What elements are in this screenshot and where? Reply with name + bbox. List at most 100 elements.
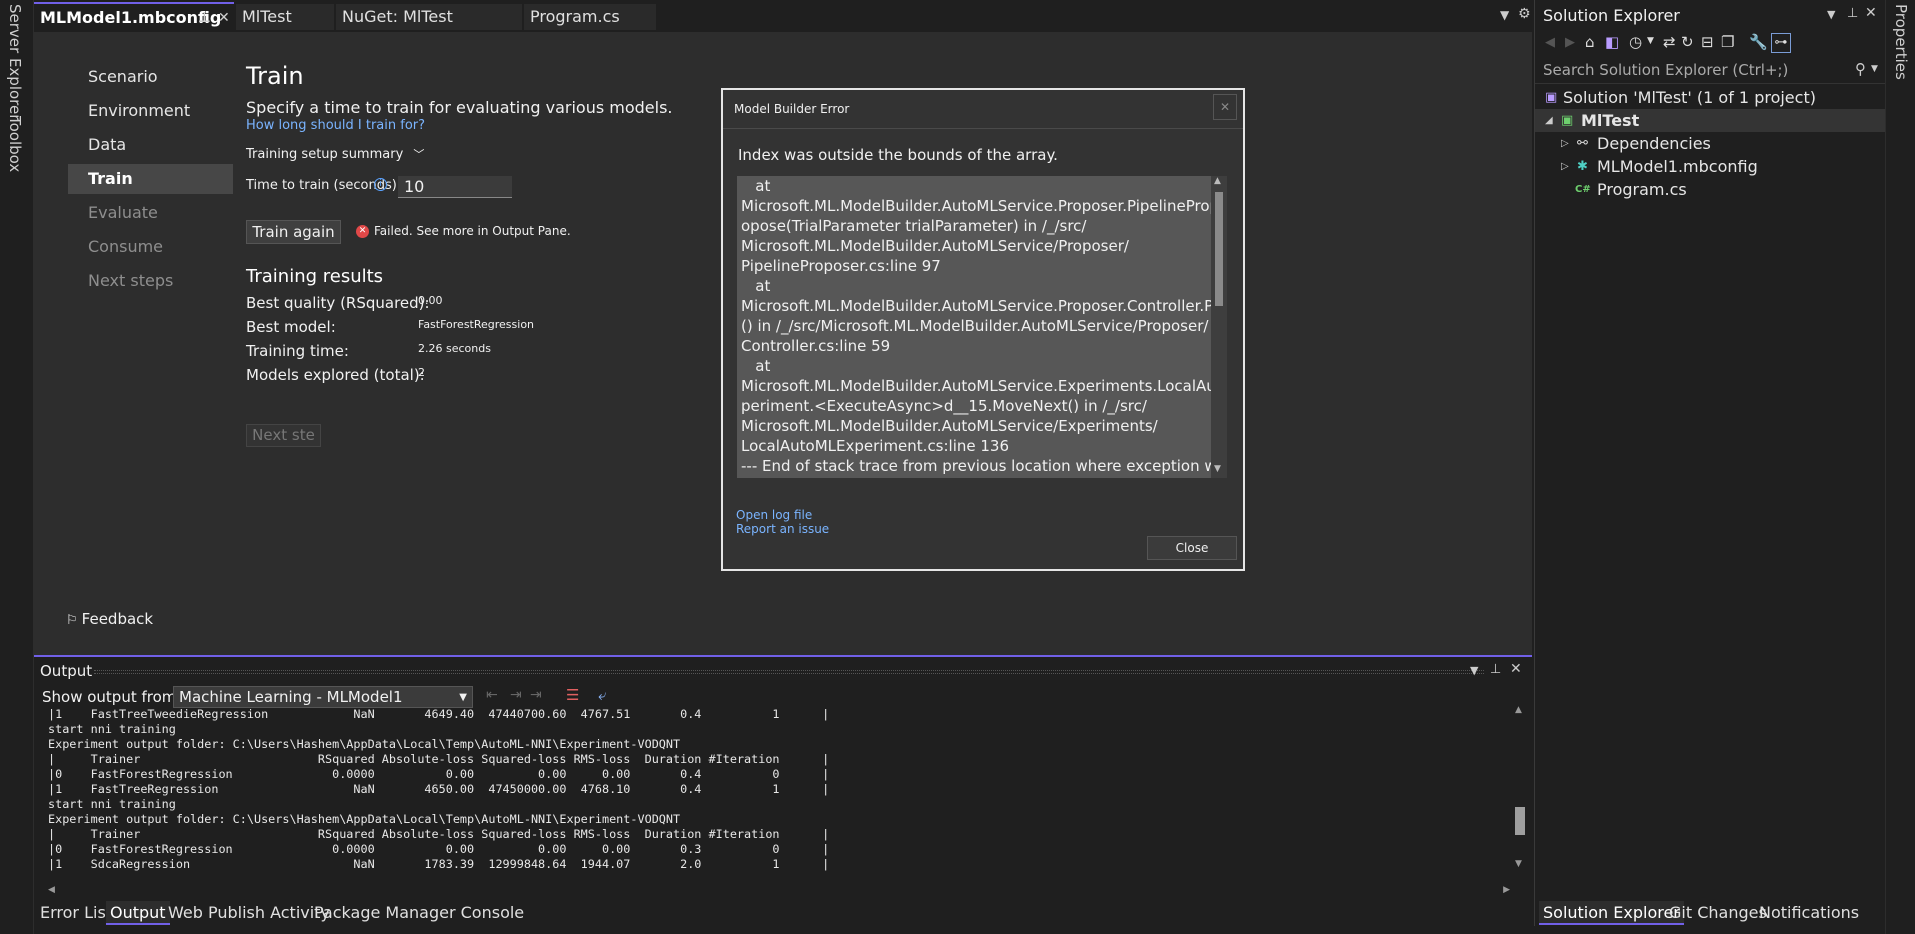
close-icon[interactable]: ✕: [218, 4, 230, 32]
time-to-train-input[interactable]: 10: [398, 176, 512, 198]
tab-error-list[interactable]: Error List: [36, 901, 116, 925]
panel-grip: [94, 670, 1484, 674]
scroll-down-icon[interactable]: ▼: [1214, 464, 1221, 474]
collapsed-arrow-icon[interactable]: ▷: [1561, 132, 1569, 155]
toolbox-tab[interactable]: Toolbox: [6, 116, 24, 172]
result-label-time: Training time:: [246, 342, 349, 360]
stack-trace-text: at Microsoft.ML.ModelBuilder.AutoMLServi…: [741, 177, 1227, 475]
pin-icon[interactable]: ⊥: [1847, 6, 1858, 21]
switch-views-icon[interactable]: ◧: [1605, 33, 1619, 51]
tab-web-publish-activity[interactable]: Web Publish Activity: [164, 901, 334, 925]
forward-icon[interactable]: ▶: [1565, 35, 1575, 50]
solution-explorer-tab-bar: Solution Explorer Git Changes Notificati…: [1535, 900, 1885, 926]
tab-solution-explorer[interactable]: Solution Explorer: [1539, 901, 1684, 925]
solution-explorer-title: Solution Explorer: [1543, 6, 1680, 25]
nav-item-environment[interactable]: Environment: [68, 96, 233, 126]
pending-changes-filter-icon[interactable]: ◷: [1629, 33, 1642, 51]
nav-item-scenario[interactable]: Scenario: [68, 62, 233, 92]
nav-item-evaluate[interactable]: Evaluate: [68, 198, 233, 228]
server-explorer-tab[interactable]: Server Explorer: [6, 4, 24, 120]
expanded-arrow-icon[interactable]: ◢: [1545, 109, 1553, 132]
panel-menu-icon[interactable]: ▼: [1470, 664, 1478, 677]
properties-wrench-icon[interactable]: 🔧: [1749, 33, 1768, 51]
scroll-thumb[interactable]: [1515, 807, 1525, 835]
solution-icon: ▣: [1545, 90, 1558, 105]
feedback-link[interactable]: ⚐ Feedback: [66, 610, 153, 628]
next-message-icon[interactable]: ⇥: [530, 687, 542, 703]
close-button[interactable]: Close: [1147, 536, 1237, 560]
scroll-right-icon[interactable]: ▶: [1503, 885, 1510, 895]
gear-icon[interactable]: ⚙: [1518, 6, 1531, 22]
collapse-all-icon[interactable]: ⊟: [1701, 33, 1714, 51]
stack-trace-box[interactable]: at Microsoft.ML.ModelBuilder.AutoMLServi…: [737, 176, 1227, 478]
scroll-thumb[interactable]: [1215, 192, 1223, 306]
stack-trace-scrollbar[interactable]: ▲ ▼: [1211, 176, 1227, 478]
tree-item-program-cs[interactable]: C# Program.cs: [1535, 178, 1885, 201]
scroll-left-icon[interactable]: ◀: [48, 885, 55, 895]
tree-item-solution[interactable]: ▣ Solution 'MlTest' (1 of 1 project): [1535, 86, 1885, 109]
show-all-files-icon[interactable]: ❐: [1721, 33, 1734, 51]
nav-item-data[interactable]: Data: [68, 130, 233, 160]
solution-search-box[interactable]: Search Solution Explorer (Ctrl+;) ⚲ ▼: [1535, 58, 1885, 84]
program-cs-label: Program.cs: [1597, 180, 1687, 199]
train-again-button[interactable]: Train again: [246, 220, 341, 244]
info-icon[interactable]: i: [374, 178, 387, 191]
sync-icon[interactable]: ⇄: [1663, 33, 1676, 51]
tab-mlmodel1-mbconfig[interactable]: MLModel1.mbconfig ⊥ ✕: [34, 2, 234, 32]
tree-item-mlmodel1[interactable]: ▷ ✱ MLModel1.mbconfig: [1535, 155, 1885, 178]
close-icon[interactable]: ✕: [1865, 5, 1877, 21]
tab-package-manager-console[interactable]: Package Manager Console: [310, 901, 528, 925]
collapsed-arrow-icon[interactable]: ▷: [1561, 155, 1569, 178]
properties-tab[interactable]: Properties: [1892, 4, 1910, 80]
pin-icon[interactable]: ⊥: [1490, 662, 1501, 677]
scroll-down-icon[interactable]: ▼: [1515, 859, 1522, 869]
close-icon[interactable]: ✕: [1510, 661, 1522, 677]
train-time-help-link[interactable]: How long should I train for?: [246, 118, 425, 133]
refresh-icon[interactable]: ↻: [1681, 33, 1694, 51]
output-vertical-scrollbar[interactable]: ▲ ▼: [1512, 705, 1528, 873]
tree-item-project[interactable]: ◢ ▣ MlTest: [1535, 109, 1885, 132]
dialog-close-icon[interactable]: ✕: [1213, 94, 1237, 120]
result-value-model: FastForestRegression: [418, 318, 535, 331]
word-wrap-icon[interactable]: ⤶: [598, 686, 606, 704]
prev-message-icon[interactable]: ⇥: [510, 687, 522, 703]
output-horizontal-scrollbar[interactable]: ◀ ▶: [48, 885, 1510, 899]
pin-icon[interactable]: ⊥: [198, 4, 211, 32]
training-setup-summary-toggle[interactable]: Training setup summary ﹀: [246, 146, 424, 162]
home-icon[interactable]: ⌂: [1585, 33, 1595, 51]
csharp-file-icon: C#: [1575, 184, 1591, 195]
tab-program-cs[interactable]: Program.cs: [524, 4, 656, 30]
chevron-down-icon: ﹀: [413, 148, 425, 161]
open-log-file-link[interactable]: Open log file: [736, 508, 812, 522]
nav-item-train[interactable]: Train: [68, 164, 233, 194]
panel-menu-icon[interactable]: ▼: [1827, 8, 1835, 21]
report-issue-link[interactable]: Report an issue: [736, 522, 829, 536]
scroll-up-icon[interactable]: ▲: [1214, 176, 1221, 186]
search-icon[interactable]: ⚲: [1855, 60, 1866, 78]
tab-output[interactable]: Output: [106, 901, 170, 925]
tab-nuget-mltest[interactable]: NuGet: MlTest: [336, 4, 522, 30]
preview-selected-icon[interactable]: ⊶: [1771, 33, 1791, 53]
tab-list-dropdown-icon[interactable]: ▼: [1500, 8, 1509, 22]
error-icon: ✕: [356, 225, 369, 238]
scroll-up-icon[interactable]: ▲: [1515, 705, 1522, 715]
tab-label: MLModel1.mbconfig: [40, 8, 222, 27]
tree-item-dependencies[interactable]: ▷ ⚯ Dependencies: [1535, 132, 1885, 155]
document-tab-bar: MLModel1.mbconfig ⊥ ✕ MlTest NuGet: MlTe…: [34, 0, 1532, 32]
clear-all-icon[interactable]: ☰: [566, 686, 579, 704]
chevron-down-icon[interactable]: ▼: [1647, 36, 1654, 46]
output-source-select[interactable]: Machine Learning - MLModel1 ▼: [173, 686, 473, 708]
feedback-icon: ⚐: [66, 613, 78, 628]
nav-item-consume[interactable]: Consume: [68, 232, 233, 262]
model-builder-error-dialog: Model Builder Error ✕ Index was outside …: [721, 88, 1245, 571]
solution-explorer-panel: Solution Explorer ▼ ⊥ ✕ ◀ ▶ ⌂ ◧ ◷ ▼ ⇄ ↻ …: [1534, 0, 1885, 926]
chevron-down-icon[interactable]: ▼: [1871, 64, 1878, 74]
tab-notifications[interactable]: Notifications: [1755, 901, 1863, 925]
next-step-button[interactable]: Next ste: [246, 424, 321, 447]
tab-mltest[interactable]: MlTest: [236, 4, 334, 30]
output-text[interactable]: |1 FastTreeTweedieRegression NaN 4649.40…: [48, 707, 1508, 873]
back-icon[interactable]: ◀: [1545, 35, 1555, 50]
nav-item-next-steps[interactable]: Next steps: [68, 266, 233, 296]
find-message-icon[interactable]: ⇤: [486, 687, 498, 703]
solution-explorer-toolbar: ◀ ▶ ⌂ ◧ ◷ ▼ ⇄ ↻ ⊟ ❐ 🔧 ⊶: [1535, 30, 1885, 58]
